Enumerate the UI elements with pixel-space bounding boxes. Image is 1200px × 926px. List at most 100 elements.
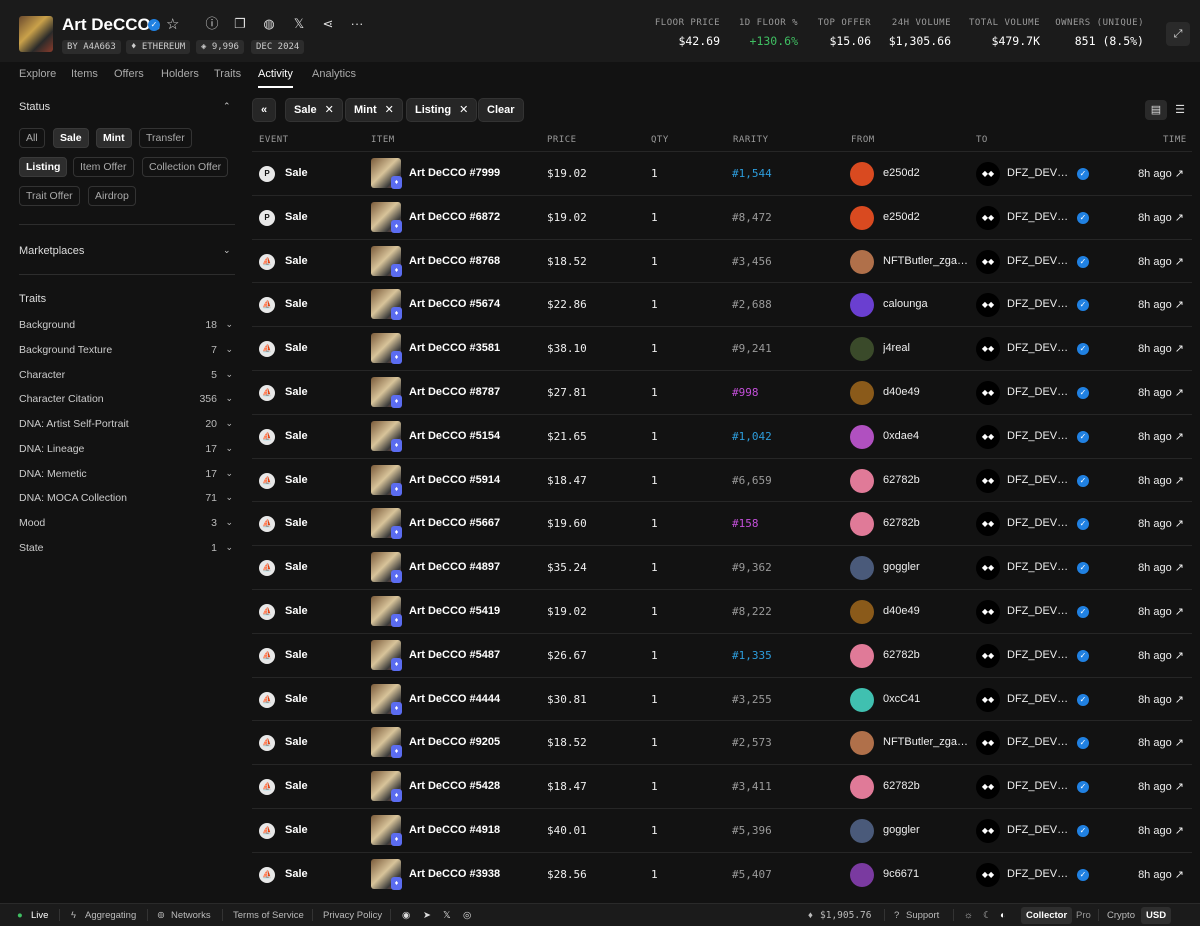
close-icon[interactable]: ✕: [325, 104, 334, 116]
from-address[interactable]: NFTButler_zgan...: [883, 255, 968, 267]
col-event[interactable]: EVENT: [259, 135, 289, 145]
share-icon[interactable]: ⋖: [319, 15, 337, 33]
expand-icon[interactable]: ⤢: [1166, 22, 1190, 46]
status-chip-sale[interactable]: Sale: [53, 128, 89, 148]
item-name[interactable]: Art DeCCO #5428: [409, 780, 500, 792]
item-name[interactable]: Art DeCCO #5667: [409, 517, 500, 529]
info-icon[interactable]: ⓘ: [203, 15, 221, 33]
chevron-down-icon[interactable]: ⌄: [223, 245, 231, 256]
avatar[interactable]: ◆◆: [976, 205, 1000, 230]
table-row[interactable]: ⛵ Sale ♦ Art DeCCO #5674 $22.86 1 #2,688 caloun…: [252, 282, 1192, 326]
status-chip-listing[interactable]: Listing: [19, 157, 68, 177]
avatar[interactable]: ◆◆: [976, 512, 1000, 537]
from-address[interactable]: goggler: [883, 824, 968, 836]
avatar[interactable]: ◆◆: [976, 556, 1000, 581]
to-address[interactable]: DFZ_DEVEL...: [1007, 386, 1071, 398]
trait-background[interactable]: Background 18 ⌄: [19, 319, 233, 331]
time-link[interactable]: 8h ago ↗: [1138, 386, 1184, 399]
col-price[interactable]: PRICE: [547, 135, 577, 145]
col-from[interactable]: FROM: [851, 135, 875, 145]
collapse-sidebar-icon[interactable]: «: [252, 98, 276, 122]
from-address[interactable]: 62782b: [883, 649, 968, 661]
avatar[interactable]: ◆◆: [976, 249, 1000, 274]
time-link[interactable]: 8h ago ↗: [1138, 736, 1184, 749]
avatar[interactable]: [850, 512, 874, 537]
trait-character[interactable]: Character 5 ⌄: [19, 369, 233, 381]
status-chip-trait-offer[interactable]: Trait Offer: [19, 186, 80, 206]
trait-dna-lineage[interactable]: DNA: Lineage 17 ⌄: [19, 443, 233, 455]
to-address[interactable]: DFZ_DEVEL...: [1007, 255, 1071, 267]
to-address[interactable]: DFZ_DEVEL...: [1007, 430, 1071, 442]
item-name[interactable]: Art DeCCO #8768: [409, 255, 500, 267]
avatar[interactable]: ◆◆: [976, 162, 1000, 186]
tab-analytics[interactable]: Analytics: [312, 68, 356, 80]
moon-icon[interactable]: ☾: [983, 910, 992, 921]
item-name[interactable]: Art DeCCO #4897: [409, 561, 500, 573]
item-name[interactable]: Art DeCCO #8787: [409, 386, 500, 398]
table-row[interactable]: ⛵ Sale ♦ Art DeCCO #4897 $35.24 1 #9,362 goggle…: [252, 545, 1192, 589]
close-icon[interactable]: ✕: [385, 104, 394, 116]
currency-usd-button[interactable]: USD: [1141, 907, 1172, 924]
from-address[interactable]: 62782b: [883, 517, 968, 529]
from-address[interactable]: 9c6671: [883, 868, 968, 880]
trait-dna-memetic[interactable]: DNA: Memetic 17 ⌄: [19, 468, 233, 480]
time-link[interactable]: 8h ago ↗: [1138, 342, 1184, 355]
table-row[interactable]: ⛵ Sale ♦ Art DeCCO #5428 $18.47 1 #3,411 62782b…: [252, 764, 1192, 808]
filter-chip-sale[interactable]: Sale ✕: [285, 98, 343, 122]
mode-collector-button[interactable]: Collector: [1021, 907, 1073, 924]
to-address[interactable]: DFZ_DEVEL...: [1007, 780, 1071, 792]
to-address[interactable]: DFZ_DEVEL...: [1007, 736, 1071, 748]
avatar[interactable]: [850, 468, 874, 493]
to-address[interactable]: DFZ_DEVEL...: [1007, 561, 1071, 573]
table-row[interactable]: P Sale ♦ Art DeCCO #7999 $19.02 1 #1,544 e250d2…: [252, 151, 1192, 195]
time-link[interactable]: 8h ago ↗: [1138, 780, 1184, 793]
avatar[interactable]: [850, 862, 874, 887]
avatar[interactable]: [850, 293, 874, 318]
time-link[interactable]: 8h ago ↗: [1138, 605, 1184, 618]
to-address[interactable]: DFZ_DEVEL...: [1007, 474, 1071, 486]
time-link[interactable]: 8h ago ↗: [1138, 517, 1184, 530]
trait-mood[interactable]: Mood 3 ⌄: [19, 517, 233, 529]
avatar[interactable]: ◆◆: [976, 643, 1000, 668]
sun-icon[interactable]: ☼: [964, 910, 973, 921]
x-twitter-icon[interactable]: 𝕏: [290, 15, 308, 33]
item-name[interactable]: Art DeCCO #5419: [409, 605, 500, 617]
from-address[interactable]: 0xcC41: [883, 693, 968, 705]
mode-pro-button[interactable]: Pro: [1071, 907, 1096, 924]
tab-holders[interactable]: Holders: [161, 68, 199, 80]
clear-button[interactable]: Clear: [478, 98, 524, 122]
status-chip-transfer[interactable]: Transfer: [139, 128, 192, 148]
item-name[interactable]: Art DeCCO #7999: [409, 167, 500, 179]
trait-dna-moca-collection[interactable]: DNA: MOCA Collection 71 ⌄: [19, 492, 233, 504]
avatar[interactable]: [850, 687, 874, 712]
avatar[interactable]: [850, 556, 874, 581]
telegram-icon[interactable]: ➤: [423, 910, 431, 921]
to-address[interactable]: DFZ_DEVEL...: [1007, 298, 1071, 310]
avatar[interactable]: ◆◆: [976, 293, 1000, 318]
time-link[interactable]: 8h ago ↗: [1138, 211, 1184, 224]
table-row[interactable]: ⛵ Sale ♦ Art DeCCO #5154 $21.65 1 #1,042 0xdae4…: [252, 413, 1192, 458]
table-row[interactable]: ⛵ Sale ♦ Art DeCCO #8768 $18.52 1 #3,456 NFTBut…: [252, 238, 1192, 283]
time-link[interactable]: 8h ago ↗: [1138, 474, 1184, 487]
from-address[interactable]: 62782b: [883, 780, 968, 792]
item-name[interactable]: Art DeCCO #4444: [409, 693, 500, 705]
avatar[interactable]: [850, 424, 874, 449]
networks-link[interactable]: Networks: [171, 910, 211, 921]
status-chip-airdrop[interactable]: Airdrop: [88, 186, 136, 206]
table-row[interactable]: ⛵ Sale ♦ Art DeCCO #3581 $38.10 1 #9,241 j4real…: [252, 326, 1192, 370]
time-link[interactable]: 8h ago ↗: [1138, 868, 1184, 881]
item-name[interactable]: Art DeCCO #4918: [409, 824, 500, 836]
table-row[interactable]: ⛵ Sale ♦ Art DeCCO #5914 $18.47 1 #6,659 62782b…: [252, 457, 1192, 502]
to-address[interactable]: DFZ_DEVEL...: [1007, 868, 1071, 880]
globe-icon[interactable]: ◍: [260, 15, 278, 33]
table-row[interactable]: ⛵ Sale ♦ Art DeCCO #5667 $19.60 1 #158 62782b ◆◆…: [252, 501, 1192, 545]
avatar[interactable]: [850, 337, 874, 362]
to-address[interactable]: DFZ_DEVEL...: [1007, 605, 1071, 617]
col-time[interactable]: TIME: [1163, 135, 1187, 145]
tab-activity[interactable]: Activity: [258, 68, 293, 88]
table-row[interactable]: ⛵ Sale ♦ Art DeCCO #9205 $18.52 1 #2,573 NFTBut…: [252, 720, 1192, 764]
item-name[interactable]: Art DeCCO #3938: [409, 868, 500, 880]
tab-explore[interactable]: Explore: [19, 68, 56, 80]
aggregating-link[interactable]: Aggregating: [85, 910, 136, 921]
avatar[interactable]: ◆◆: [976, 337, 1000, 362]
